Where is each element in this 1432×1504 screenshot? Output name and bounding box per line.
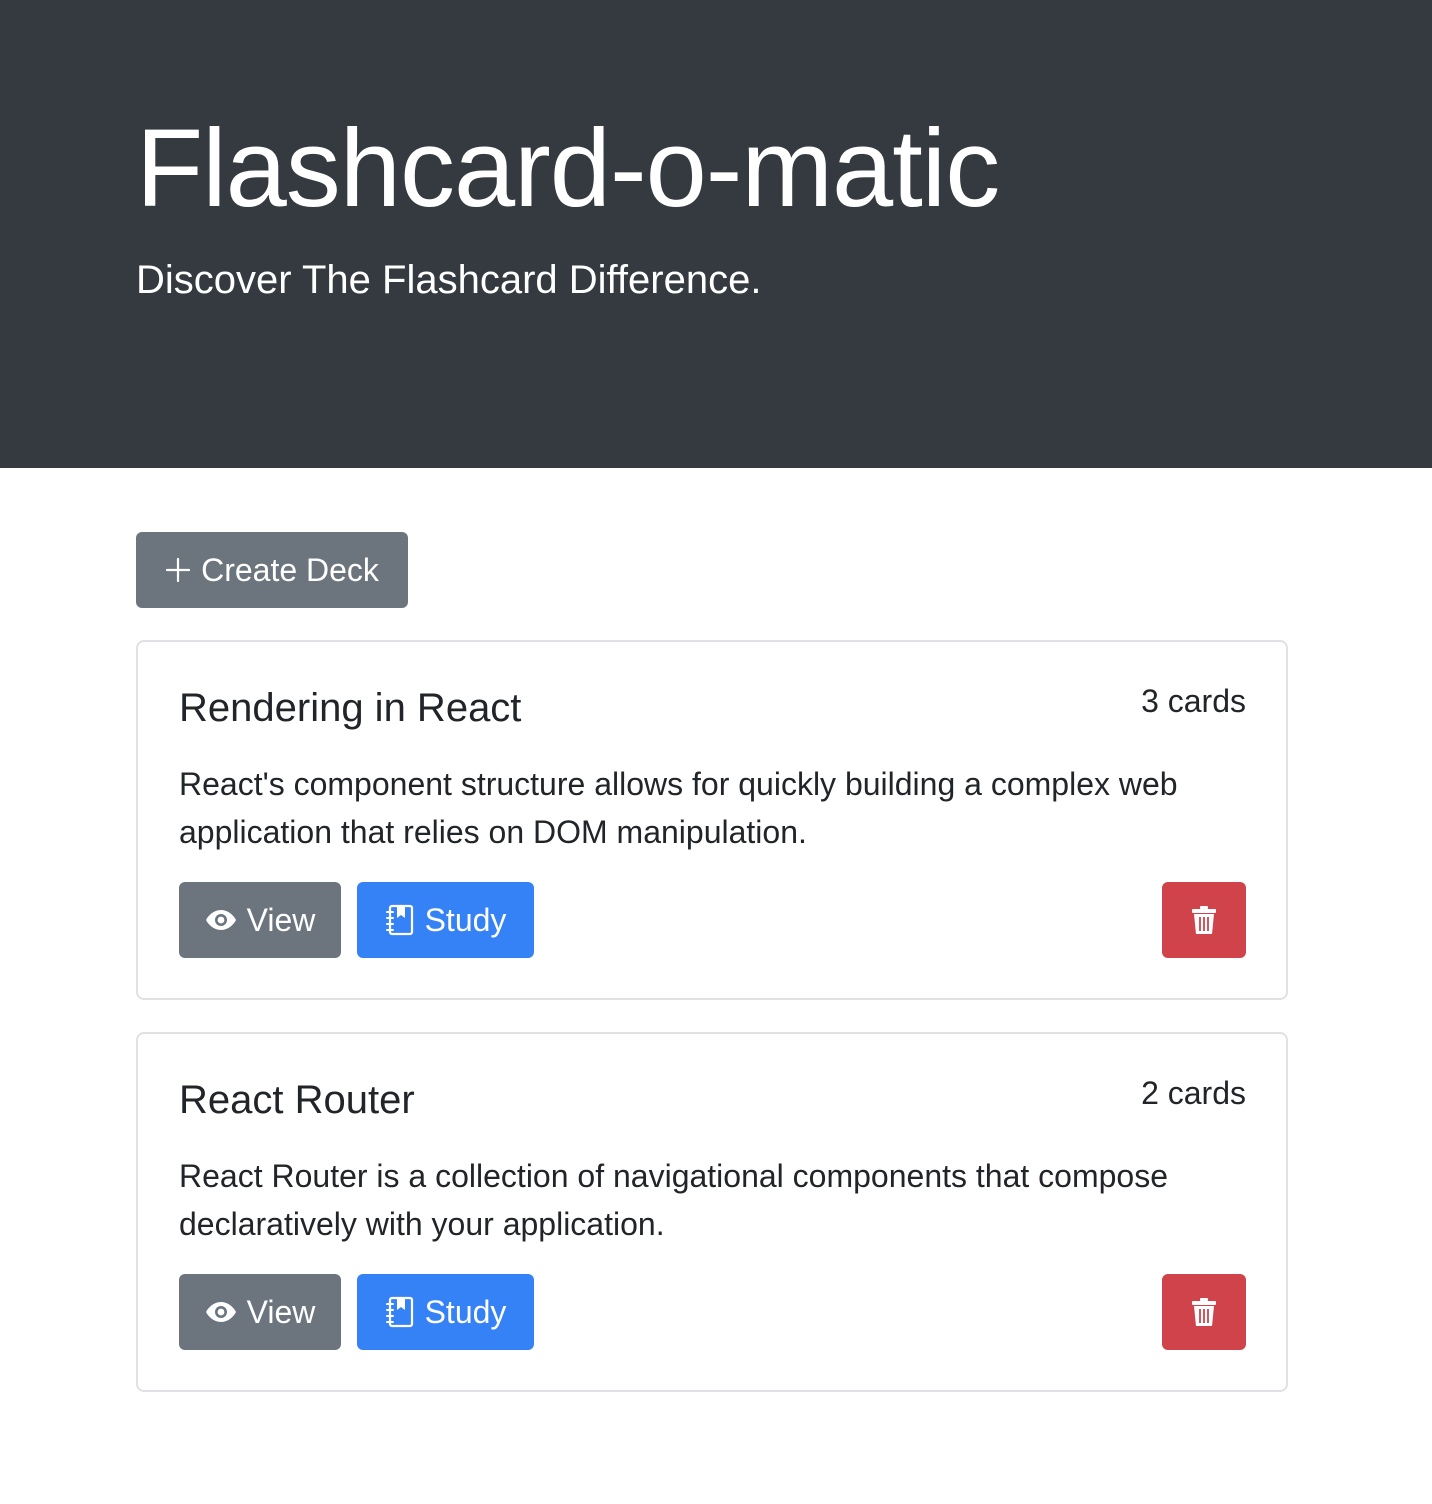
study-deck-button[interactable]: Study	[357, 882, 534, 958]
view-label: View	[246, 1294, 316, 1330]
trash-icon	[1191, 905, 1217, 935]
view-deck-button[interactable]: View	[179, 1274, 341, 1350]
app-tagline: Discover The Flashcard Difference.	[136, 258, 762, 302]
app-title: Flashcard-o-matic	[136, 107, 1000, 230]
create-deck-button[interactable]: Create Deck	[136, 532, 408, 608]
delete-deck-button[interactable]	[1162, 1274, 1246, 1350]
trash-icon	[1191, 1297, 1217, 1327]
journal-bookmark-icon	[385, 1296, 415, 1328]
delete-deck-button[interactable]	[1162, 882, 1246, 958]
plus-icon	[165, 557, 191, 583]
create-deck-label: Create Deck	[201, 552, 379, 588]
study-deck-button[interactable]: Study	[357, 1274, 534, 1350]
study-label: Study	[424, 1294, 507, 1330]
header-jumbotron: Flashcard-o-matic Discover The Flashcard…	[0, 0, 1432, 468]
deck-card-count: 3 cards	[1141, 683, 1246, 719]
eye-icon	[205, 909, 237, 931]
eye-icon	[205, 1301, 237, 1323]
deck-card: Rendering in React 3 cards React's compo…	[136, 640, 1288, 1000]
deck-description: React's component structure allows for q…	[179, 766, 1178, 850]
deck-name: Rendering in React	[179, 686, 522, 730]
study-label: Study	[424, 902, 507, 938]
view-deck-button[interactable]: View	[179, 882, 341, 958]
deck-card-count: 2 cards	[1141, 1075, 1246, 1111]
deck-description: React Router is a collection of navigati…	[179, 1158, 1168, 1242]
deck-name: React Router	[179, 1078, 415, 1122]
view-label: View	[246, 902, 316, 938]
journal-bookmark-icon	[385, 904, 415, 936]
deck-card: React Router 2 cards React Router is a c…	[136, 1032, 1288, 1392]
